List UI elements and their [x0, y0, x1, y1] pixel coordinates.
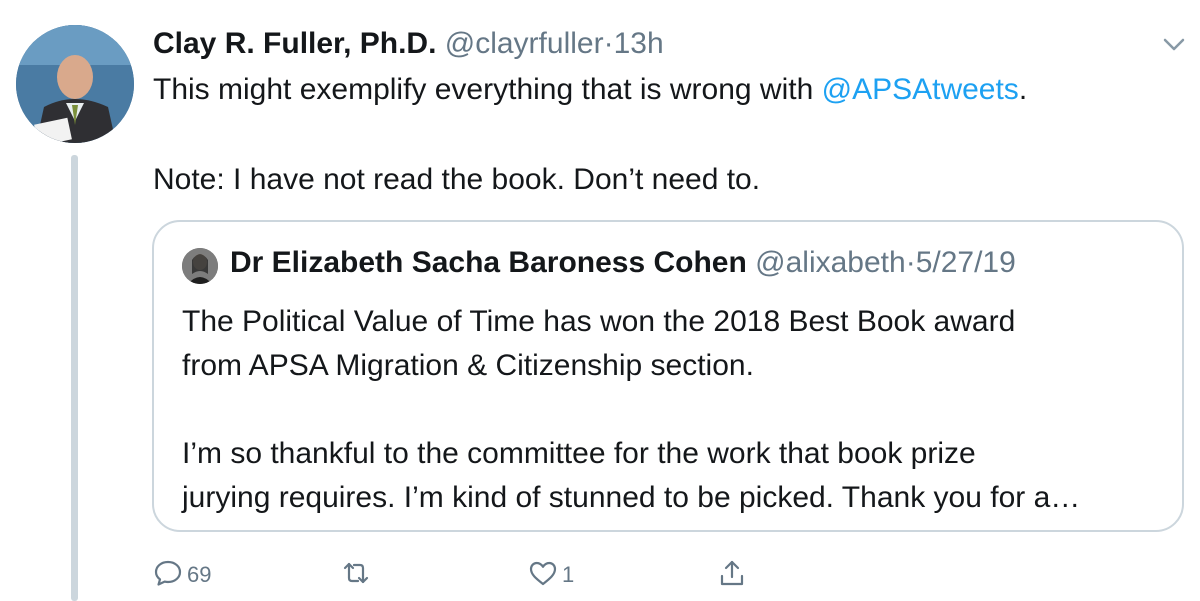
- tweet-text-period: .: [1018, 73, 1028, 106]
- quoted-text-line: jurying requires. I’m kind of stunned to…: [182, 481, 1081, 514]
- mention-link[interactable]: @APSAtweets: [822, 73, 1019, 106]
- reply-count: 69: [187, 562, 212, 587]
- author-avatar[interactable]: [16, 25, 134, 143]
- quoted-text-line: I’m so thankful to the committee for the…: [182, 437, 976, 470]
- author-name[interactable]: Clay R. Fuller, Ph.D.: [153, 27, 436, 60]
- quoted-text-line: The Political Value of Time has won the …: [182, 305, 1016, 338]
- share-button[interactable]: [717, 557, 747, 593]
- reply-icon: [153, 558, 183, 593]
- quoted-text-line: from APSA Migration & Citizenship sectio…: [182, 349, 754, 382]
- like-button[interactable]: 1: [528, 557, 574, 593]
- quoted-tweet-card[interactable]: Dr Elizabeth Sacha Baroness Cohen @alixa…: [152, 220, 1184, 532]
- separator-dot: ·: [603, 27, 614, 60]
- share-icon: [717, 558, 747, 593]
- retweet-button[interactable]: [341, 557, 375, 593]
- quoted-author-name: Dr Elizabeth Sacha Baroness Cohen: [230, 246, 747, 279]
- quoted-author-handle: @alixabeth: [755, 246, 906, 279]
- chevron-down-icon[interactable]: [1160, 30, 1188, 58]
- tweet-header: Clay R. Fuller, Ph.D. @clayrfuller·13h: [153, 26, 664, 62]
- retweet-icon: [341, 558, 371, 593]
- quoted-tweet-date: 5/27/19: [915, 246, 1016, 279]
- author-handle[interactable]: @clayrfuller: [445, 27, 604, 60]
- tweet-text-main: This might exemplify everything that is …: [153, 73, 822, 106]
- quoted-author-avatar: [182, 248, 218, 284]
- tweet-note: Note: I have not read the book. Don’t ne…: [153, 163, 761, 196]
- heart-icon: [528, 558, 558, 593]
- tweet-timestamp[interactable]: 13h: [614, 27, 664, 60]
- quoted-tweet-header: Dr Elizabeth Sacha Baroness Cohen @alixa…: [230, 245, 1016, 281]
- tweet-text: This might exemplify everything that is …: [153, 72, 1027, 198]
- like-count: 1: [562, 562, 575, 587]
- tweet-action-bar: 69 1: [153, 557, 773, 593]
- thread-connector-line: [71, 155, 78, 601]
- tweet-text-line: This might exemplify everything that is …: [153, 72, 1027, 108]
- quoted-tweet-text: The Political Value of Time has won the …: [182, 300, 1080, 520]
- reply-button[interactable]: 69: [153, 557, 211, 593]
- separator-dot: ·: [905, 246, 916, 279]
